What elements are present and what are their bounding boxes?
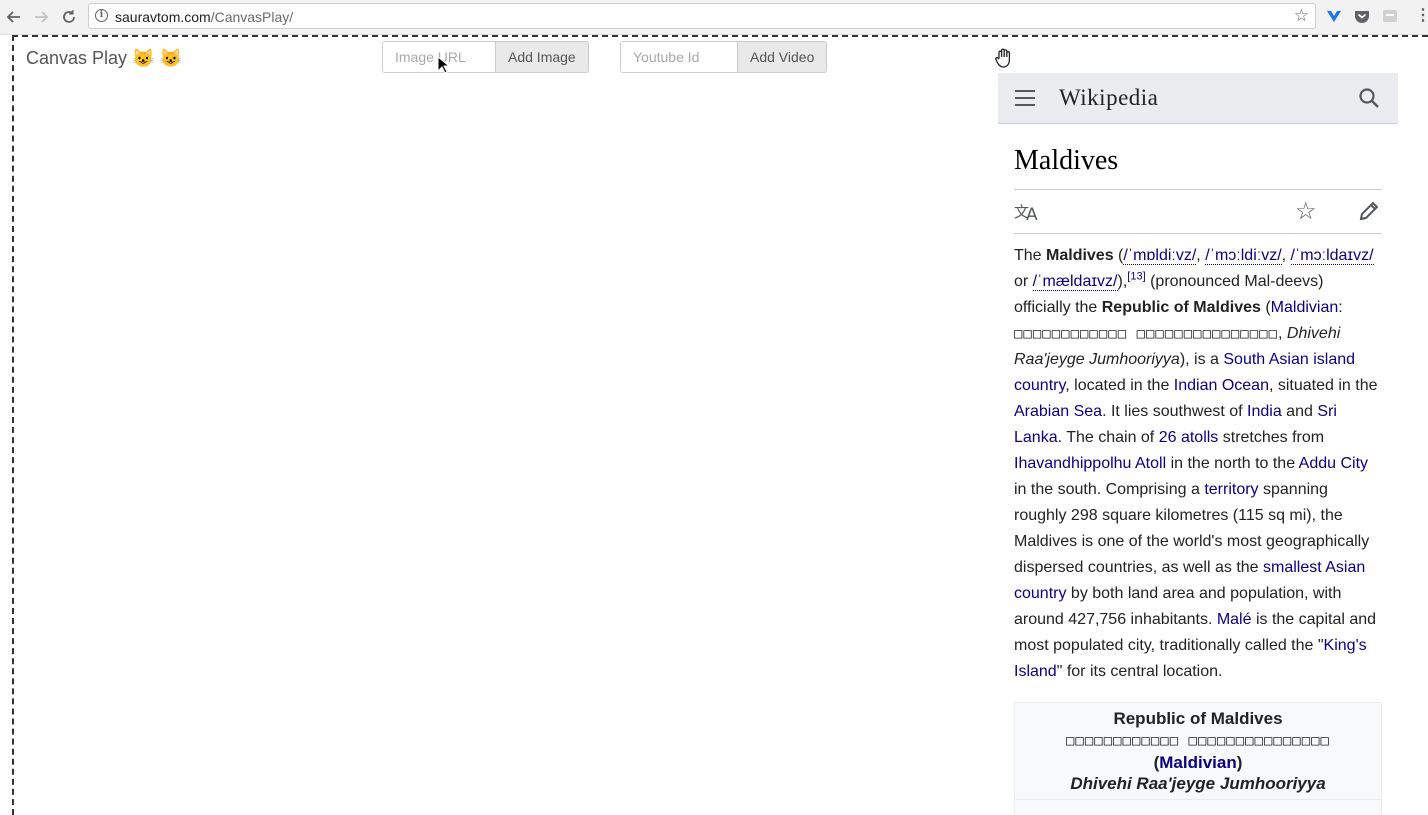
extension-box-icon[interactable] xyxy=(1382,8,1398,24)
edit-pencil-icon[interactable] xyxy=(1358,200,1380,222)
ipa-link[interactable]: /ˈmɒldiːvz/ xyxy=(1123,247,1197,265)
native-script-text: □□□□□□□□□□□□ □□□□□□□□□□□□□□□ xyxy=(1014,326,1279,342)
youtube-id-input[interactable] xyxy=(621,42,737,72)
address-bar[interactable]: i sauravtom.com/CanvasPlay/ ☆ xyxy=(88,3,1316,29)
lead-paragraph: The Maldives (/ˈmɒldiːvz/, /ˈmɔːldiːvz/,… xyxy=(1014,247,1378,680)
link-india[interactable]: India xyxy=(1247,403,1282,420)
image-url-group: Add Image xyxy=(382,41,589,73)
link-male[interactable]: Malé xyxy=(1217,611,1252,628)
wiki-header: Wikipedia xyxy=(998,73,1398,124)
reference-link[interactable]: [13] xyxy=(1127,271,1145,283)
svg-text:A: A xyxy=(1026,205,1038,222)
add-video-button[interactable]: Add Video xyxy=(737,42,826,72)
link-territory[interactable]: territory xyxy=(1204,481,1258,498)
search-icon[interactable] xyxy=(1358,87,1380,109)
language-icon[interactable]: 文A xyxy=(1014,200,1040,228)
bookmark-star-icon[interactable]: ☆ xyxy=(1294,6,1309,26)
watch-star-icon[interactable]: ☆ xyxy=(1295,197,1317,226)
wikipedia-logo[interactable]: Wikipedia xyxy=(1059,85,1158,111)
page-title: Maldives xyxy=(1014,145,1382,190)
app-title: Canvas Play 😺 😺 xyxy=(26,48,182,68)
link-addu-city[interactable]: Addu City xyxy=(1299,455,1368,472)
menu-icon[interactable] xyxy=(1015,90,1035,106)
infobox-romanized-name: Dhivehi Raa'jeyge Jumhooriyya xyxy=(1070,774,1326,793)
wikipedia-panel: Wikipedia Maldives 文A ☆ The Maldives (/ˈ… xyxy=(998,73,1398,815)
link-maldivian[interactable]: Maldivian xyxy=(1271,299,1339,316)
link-indian-ocean[interactable]: Indian Ocean xyxy=(1174,377,1269,394)
forward-icon[interactable] xyxy=(30,6,52,28)
back-icon[interactable] xyxy=(3,6,25,28)
pocket-icon[interactable] xyxy=(1354,8,1370,24)
browser-menu-icon[interactable]: ⋮ xyxy=(1415,6,1428,26)
infobox-language: (Maldivian) xyxy=(1153,753,1243,772)
url-text: sauravtom.com/CanvasPlay/ xyxy=(115,9,294,25)
article-content: Maldives 文A ☆ The Maldives (/ˈmɒldiːvz/,… xyxy=(1014,125,1382,815)
infobox: Republic of Maldives □□□□□□□□□□□□ □□□□□□… xyxy=(1014,702,1382,815)
infobox-title: Republic of Maldives xyxy=(1113,709,1283,728)
link-arabian-sea[interactable]: Arabian Sea xyxy=(1014,403,1102,420)
add-image-button[interactable]: Add Image xyxy=(495,42,588,72)
ipa-link[interactable]: /ˈmɔːldaɪvz/ xyxy=(1290,247,1374,265)
infobox-divider xyxy=(1015,799,1381,800)
link-ihavandhippolhu-atoll[interactable]: Ihavandhippolhu Atoll xyxy=(1014,455,1166,472)
cat-emoji: 😺 😺 xyxy=(132,48,182,68)
extension-v-icon[interactable] xyxy=(1326,8,1342,24)
infobox-native-name: □□□□□□□□□□□□ □□□□□□□□□□□□□□□ xyxy=(1065,733,1330,749)
reload-icon[interactable] xyxy=(58,6,80,28)
youtube-id-group: Add Video xyxy=(620,41,827,73)
ipa-link[interactable]: /ˈmɔːldiːvz/ xyxy=(1205,247,1282,265)
drag-hand-icon[interactable] xyxy=(993,47,1015,69)
site-info-icon[interactable]: i xyxy=(95,9,108,22)
ipa-link[interactable]: /ˈmældaɪvz/ xyxy=(1032,273,1118,291)
link-26-atolls[interactable]: 26 atolls xyxy=(1159,429,1219,446)
browser-toolbar: i sauravtom.com/CanvasPlay/ ☆ ⋮ xyxy=(0,0,1428,35)
infobox-link-maldivian[interactable]: Maldivian xyxy=(1159,753,1236,772)
page-actions: 文A ☆ xyxy=(1014,190,1382,234)
mouse-cursor-icon xyxy=(437,56,449,74)
